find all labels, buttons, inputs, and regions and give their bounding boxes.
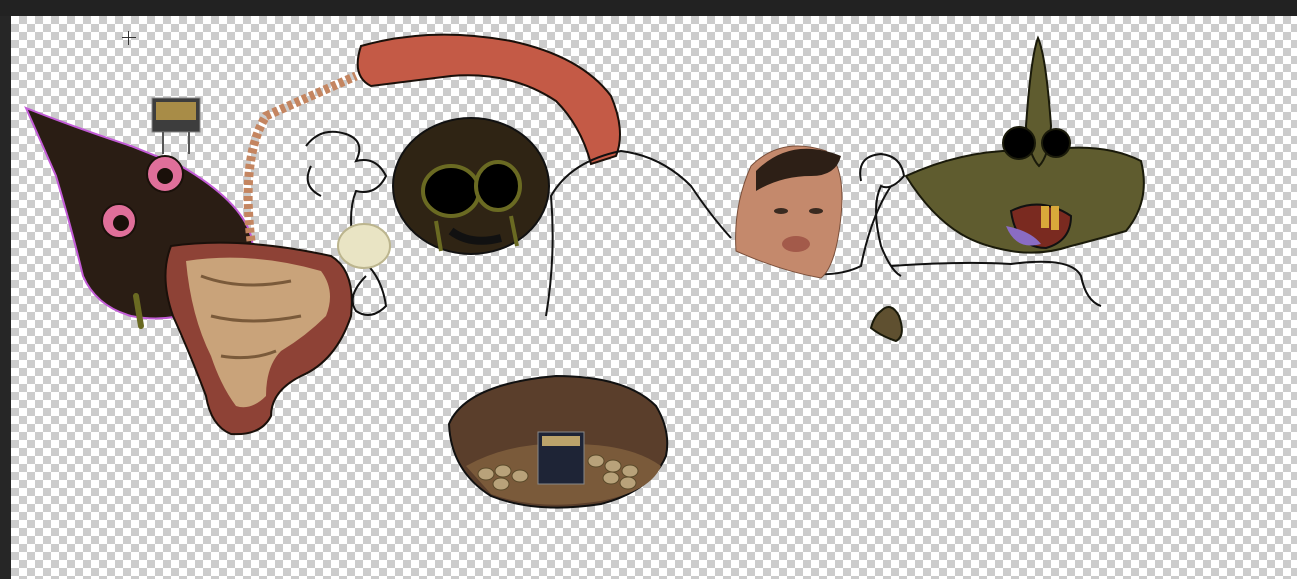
open-mouth xyxy=(164,241,353,436)
crosshair-icon xyxy=(122,31,136,45)
bowl xyxy=(447,374,669,509)
right-arm-scribble xyxy=(859,152,906,277)
top-toolbar-strip xyxy=(0,0,1297,16)
rope xyxy=(243,71,358,242)
olive-creature xyxy=(904,35,1145,254)
left-tool-gutter xyxy=(0,16,11,579)
middle-head xyxy=(392,117,550,255)
image-editor-window xyxy=(0,0,1297,579)
pale-ball xyxy=(337,223,391,269)
nose-blob xyxy=(869,306,903,343)
artwork-layer xyxy=(24,33,1145,509)
document-canvas[interactable] xyxy=(11,16,1297,579)
photo-face xyxy=(735,145,843,279)
